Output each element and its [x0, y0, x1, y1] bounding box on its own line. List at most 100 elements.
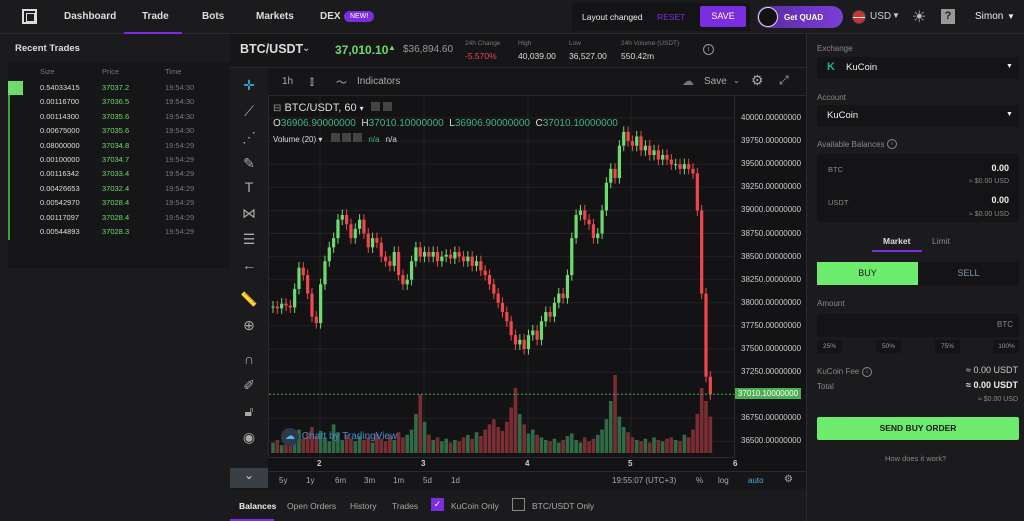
save-chart-button[interactable]: Save [704, 76, 727, 87]
fib-icon[interactable]: ⋰ [240, 128, 258, 146]
tab-history[interactable]: History [350, 501, 376, 511]
kucoin-only-label[interactable]: KuCoin Only [451, 501, 499, 511]
tab-open-orders[interactable]: Open Orders [287, 501, 336, 511]
send-buy-order-button[interactable]: SEND BUY ORDER [817, 417, 1019, 440]
lock-drawing-icon[interactable]: ✐ [240, 376, 258, 394]
volume-bar [639, 441, 643, 453]
candle-body [695, 173, 699, 211]
account-select[interactable]: KuCoin ▼ [817, 105, 1019, 127]
candle-body [708, 376, 712, 395]
pair-selector[interactable]: BTC/USDT [240, 42, 303, 56]
help-icon[interactable]: ? [941, 9, 955, 24]
arrow-left-icon[interactable]: ← [240, 256, 258, 274]
trade-time: 19:54:30 [165, 111, 195, 121]
range-5y[interactable]: 5y [279, 476, 287, 485]
log-toggle[interactable]: log [718, 476, 729, 485]
interval-button[interactable]: 1h [282, 76, 293, 87]
balance-asset: USDT [828, 198, 849, 207]
brush-icon[interactable]: ✎ [240, 154, 258, 172]
collapse-icon[interactable]: ⊟ [273, 103, 281, 114]
h-label: H [361, 118, 369, 129]
trendline-icon[interactable]: ⟋ [240, 102, 258, 120]
stat-label: 24h Change [465, 40, 501, 47]
price-axis[interactable]: 40000.00000000 39750.00000000 39500.000000… [735, 95, 806, 458]
range-6m[interactable]: 6m [335, 476, 346, 485]
exchange-select[interactable]: K KuCoin ▼ [817, 57, 1019, 79]
settings-gear-icon[interactable]: ⚙ [751, 72, 764, 89]
indicators-icon[interactable]: 〜 [336, 74, 347, 90]
currency-select[interactable]: USD [870, 11, 891, 22]
candlestick-chart[interactable] [269, 96, 735, 458]
percent-toggle[interactable]: % [696, 476, 703, 485]
trade-price: 37035.6 [102, 126, 130, 136]
tab-market[interactable]: Market [883, 236, 910, 246]
pct-50-button[interactable]: 50% [876, 340, 901, 353]
nav-markets[interactable]: Markets [256, 11, 294, 22]
kucoin-only-checkbox[interactable]: ✓ [431, 498, 444, 511]
scroll-tools-button[interactable]: ⌄ [230, 468, 268, 488]
account-value: KuCoin [827, 110, 859, 121]
candle-body [314, 316, 318, 324]
nav-dashboard[interactable]: Dashboard [64, 11, 116, 22]
prediction-icon[interactable]: ☰ [240, 230, 258, 248]
volume-bar [539, 437, 544, 453]
amount-input[interactable]: BTC [817, 314, 1019, 337]
range-1d[interactable]: 1d [451, 476, 460, 485]
get-quad-button[interactable]: Get QUAD [757, 6, 843, 28]
ruler-icon[interactable]: 📏 [240, 290, 258, 308]
range-1m[interactable]: 1m [393, 476, 404, 485]
indicators-button[interactable]: Indicators [357, 76, 400, 87]
volume-bar [634, 440, 639, 453]
clock[interactable]: 19:55:07 (UTC+3) [612, 476, 676, 485]
pair-only-checkbox[interactable] [512, 498, 525, 511]
o-label: O [273, 118, 281, 129]
save-layout-button[interactable]: SAVE [700, 6, 746, 27]
eye-icon[interactable] [370, 102, 380, 111]
tab-limit[interactable]: Limit [932, 236, 950, 246]
settings-icon[interactable] [382, 102, 392, 111]
nav-bots[interactable]: Bots [202, 11, 224, 22]
zoom-in-icon[interactable]: ⊕ [240, 316, 258, 334]
range-5d[interactable]: 5d [423, 476, 432, 485]
pct-25-button[interactable]: 25% [817, 340, 842, 353]
how-does-it-work-link[interactable]: How does it work? [885, 454, 946, 463]
auto-toggle[interactable]: auto [748, 476, 764, 485]
tab-balances[interactable]: Balances [239, 501, 276, 511]
info-icon[interactable]: i [862, 367, 872, 377]
magnet-icon[interactable]: ∩ [240, 350, 258, 368]
info-icon[interactable]: i [703, 44, 714, 55]
tab-trades[interactable]: Trades [392, 501, 418, 511]
lock-icon[interactable]: 🔓︎ [240, 402, 258, 420]
chevron-down-icon[interactable]: ⌄ [733, 76, 740, 85]
pct-75-button[interactable]: 75% [935, 340, 960, 353]
logo-icon[interactable] [22, 9, 37, 24]
candles-icon[interactable]: ⫾ [310, 74, 314, 89]
eye-icon[interactable]: ◉ [240, 428, 258, 446]
text-icon[interactable]: T [240, 178, 258, 196]
volume-bar [483, 429, 487, 453]
info-icon[interactable]: i [887, 139, 897, 149]
gear-icon[interactable]: ⚙ [784, 474, 793, 485]
time-axis[interactable]: 2 3 4 5 6 [268, 458, 806, 471]
price-tick: 38750.00000000 [741, 228, 802, 238]
chevron-down-icon[interactable]: ▾ [360, 104, 364, 113]
pct-100-button[interactable]: 100% [994, 340, 1019, 353]
sell-button[interactable]: SELL [918, 262, 1019, 285]
time-tick: 2 [317, 459, 322, 468]
theme-toggle-icon[interactable]: ☀ [912, 7, 926, 27]
pattern-icon[interactable]: ⋈ [240, 204, 258, 222]
user-menu[interactable]: Simon [975, 11, 1003, 22]
chart-pane[interactable]: ⊟ BTC/USDT, 60 ▾ O36906.90000000 H37010.… [268, 95, 735, 458]
candle-body [470, 256, 474, 266]
fee-label: KuCoin Fee [817, 367, 860, 376]
range-3m[interactable]: 3m [364, 476, 375, 485]
buy-button[interactable]: BUY [817, 262, 918, 285]
reset-button[interactable]: RESET [657, 12, 685, 22]
range-1y[interactable]: 1y [306, 476, 314, 485]
nav-dex[interactable]: DEX [320, 11, 341, 22]
tradingview-watermark[interactable]: ☁ Chart by TradingView [281, 428, 397, 446]
crosshair-icon[interactable]: ✛ [240, 76, 258, 94]
nav-trade[interactable]: Trade [142, 11, 169, 22]
pair-only-label[interactable]: BTC/USDT Only [532, 501, 594, 511]
fullscreen-icon[interactable]: ⤢ [779, 73, 789, 88]
